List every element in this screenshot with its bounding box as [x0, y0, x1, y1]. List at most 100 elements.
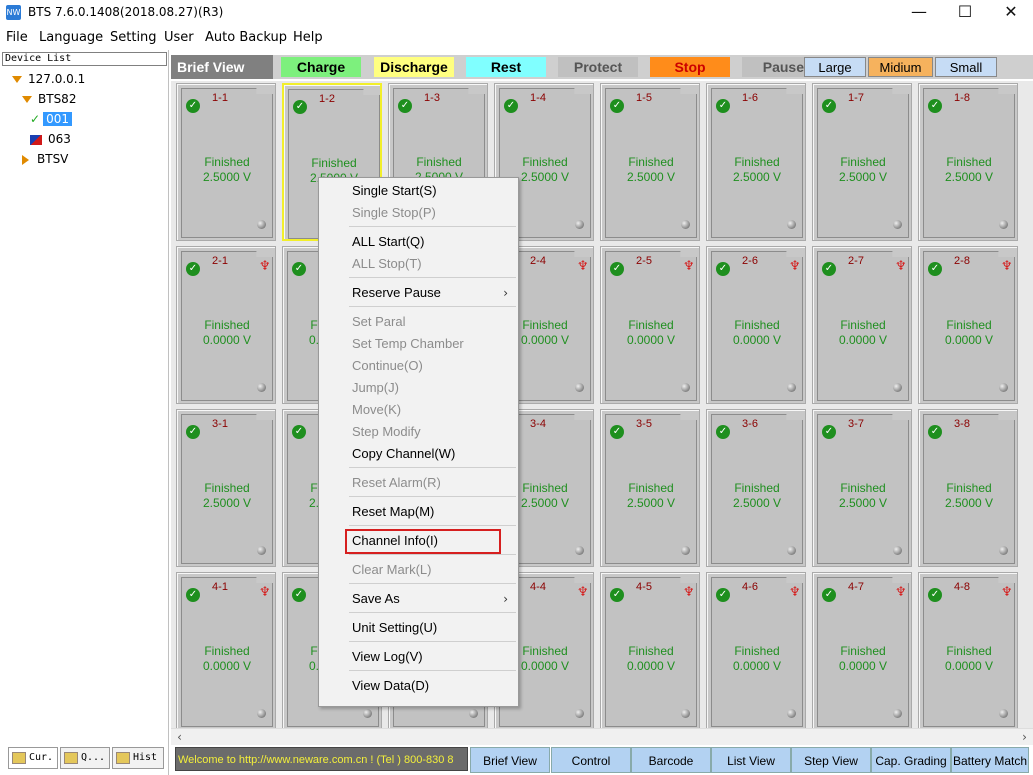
ctx-item-single-start[interactable]: Single Start(S) [319, 180, 518, 202]
size-midium-button[interactable]: Midium [868, 57, 933, 77]
channel-status: Finished [522, 155, 568, 169]
ctx-item-reset-alarm[interactable]: Reset Alarm(R) [319, 472, 518, 494]
lock-icon: ♆ [789, 259, 801, 274]
channel-tile[interactable]: 4-1 ✓ ♆ Finished 0.0000 V [176, 572, 276, 730]
channel-status: Finished [204, 481, 250, 495]
ctx-item-set-paral[interactable]: Set Paral [319, 311, 518, 333]
tab-battery-match[interactable]: Battery Match [951, 747, 1029, 773]
tab-barcode[interactable]: Barcode [631, 747, 711, 773]
channel-tile[interactable]: 1-7 ✓ Finished 2.5000 V [812, 83, 912, 241]
ctx-item-reserve-pause[interactable]: Reserve Pause › [319, 282, 518, 304]
ctx-item-continue[interactable]: Continue(O) [319, 355, 518, 377]
ctx-item-label: Set Paral [352, 314, 406, 329]
scroll-right-icon[interactable]: › [1016, 729, 1033, 746]
ctx-item-view-log[interactable]: View Log(V) [319, 646, 518, 668]
channel-tile[interactable]: 4-6 ✓ ♆ Finished 0.0000 V [706, 572, 806, 730]
channel-tile[interactable]: 1-1 ✓ Finished 2.5000 V [176, 83, 276, 241]
horizontal-scrollbar[interactable]: ‹ › [171, 728, 1033, 745]
tab-current[interactable]: Cur. [8, 747, 58, 769]
tree-node-001[interactable]: ✓ 001 [30, 110, 72, 128]
maximize-button[interactable]: ☐ [943, 0, 987, 26]
channel-tile[interactable]: 3-8 ✓ Finished 2.5000 V [918, 409, 1018, 567]
ctx-item-unit-setting[interactable]: Unit Setting(U) [319, 617, 518, 639]
lock-icon: ♆ [577, 585, 589, 600]
indicator-dot-icon [257, 709, 266, 718]
legend-bar: Brief View Charge Discharge Rest Protect… [171, 55, 1033, 79]
channel-tile[interactable]: 3-1 ✓ Finished 2.5000 V [176, 409, 276, 567]
channel-tile[interactable]: 4-7 ✓ ♆ Finished 0.0000 V [812, 572, 912, 730]
ctx-item-all-stop[interactable]: ALL Stop(T) [319, 253, 518, 275]
ctx-item-all-start[interactable]: ALL Start(Q) [319, 231, 518, 253]
tab-control[interactable]: Control [551, 747, 631, 773]
tab-history[interactable]: Hist [112, 747, 164, 769]
legend-charge: Charge [281, 57, 361, 77]
ctx-item-copy-channel[interactable]: Copy Channel(W) [319, 443, 518, 465]
menu-language[interactable]: Language [39, 30, 103, 45]
menu-auto-backup[interactable]: Auto Backup [205, 30, 287, 45]
menu-user[interactable]: User [164, 30, 194, 45]
menu-help[interactable]: Help [293, 30, 323, 45]
scroll-left-icon[interactable]: ‹ [171, 729, 188, 746]
tab-list-view[interactable]: List View [711, 747, 791, 773]
ctx-item-clear-mark[interactable]: Clear Mark(L) [319, 559, 518, 581]
tree-node-host[interactable]: 127.0.0.1 [12, 70, 85, 88]
tab-query[interactable]: Q... [60, 747, 110, 769]
channel-tile[interactable]: 2-5 ✓ ♆ Finished 0.0000 V [600, 246, 700, 404]
ctx-item-channel-info[interactable]: Channel Info(I) [319, 530, 518, 552]
ctx-item-jump[interactable]: Jump(J) [319, 377, 518, 399]
indicator-dot-icon [787, 546, 796, 555]
ctx-item-view-data[interactable]: View Data(D) [319, 675, 518, 697]
check-circle-icon: ✓ [186, 262, 200, 276]
channel-voltage: 2.5000 V [202, 496, 252, 510]
indicator-dot-icon [787, 220, 796, 229]
check-circle-icon: ✓ [186, 425, 200, 439]
ctx-item-set-temp-chamber[interactable]: Set Temp Chamber [319, 333, 518, 355]
tab-step-view[interactable]: Step View [791, 747, 871, 773]
menu-setting[interactable]: Setting [110, 30, 157, 45]
ctx-item-reset-map[interactable]: Reset Map(M) [319, 501, 518, 523]
check-circle-icon: ✓ [822, 425, 836, 439]
tab-brief-view[interactable]: Brief View [470, 747, 550, 773]
channel-tile[interactable]: 1-6 ✓ Finished 2.5000 V [706, 83, 806, 241]
channel-status: Finished [946, 644, 992, 658]
check-circle-icon: ✓ [398, 99, 412, 113]
ctx-item-move[interactable]: Move(K) [319, 399, 518, 421]
check-circle-icon: ✓ [928, 99, 942, 113]
menu-file[interactable]: File [6, 30, 28, 45]
channel-tile[interactable]: 2-1 ✓ ♆ Finished 0.0000 V [176, 246, 276, 404]
ctx-item-label: Save As [352, 591, 400, 606]
ctx-item-save-as[interactable]: Save As › [319, 588, 518, 610]
channel-tile[interactable]: 2-8 ✓ ♆ Finished 0.0000 V [918, 246, 1018, 404]
expanded-triangle-icon[interactable] [22, 96, 32, 103]
channel-tile[interactable]: 3-5 ✓ Finished 2.5000 V [600, 409, 700, 567]
bottom-bar: Welcome to http://www.neware.com.cn ! (T… [171, 747, 1033, 775]
size-large-button[interactable]: Large [804, 57, 866, 77]
channel-tile[interactable]: 1-5 ✓ Finished 2.5000 V [600, 83, 700, 241]
indicator-dot-icon [893, 709, 902, 718]
indicator-dot-icon [681, 709, 690, 718]
expanded-triangle-icon[interactable] [12, 76, 22, 83]
tree-node-063[interactable]: 063 [30, 130, 71, 148]
flag-icon [30, 134, 42, 145]
lock-icon: ♆ [577, 259, 589, 274]
ctx-item-single-stop[interactable]: Single Stop(P) [319, 202, 518, 224]
channel-tile[interactable]: 2-7 ✓ ♆ Finished 0.0000 V [812, 246, 912, 404]
channel-tile[interactable]: 4-8 ✓ ♆ Finished 0.0000 V [918, 572, 1018, 730]
minimize-button[interactable]: — [897, 0, 941, 26]
channel-tile[interactable]: 3-6 ✓ Finished 2.5000 V [706, 409, 806, 567]
channel-tile[interactable]: 2-6 ✓ ♆ Finished 0.0000 V [706, 246, 806, 404]
close-button[interactable]: ✕ [989, 0, 1033, 26]
channel-tile[interactable]: 3-7 ✓ Finished 2.5000 V [812, 409, 912, 567]
channel-tile[interactable]: 4-5 ✓ ♆ Finished 0.0000 V [600, 572, 700, 730]
lock-icon: ♆ [895, 259, 907, 274]
channel-tile[interactable]: 1-8 ✓ Finished 2.5000 V [918, 83, 1018, 241]
tab-cap-grading[interactable]: Cap. Grading [871, 747, 951, 773]
collapsed-triangle-icon[interactable] [22, 154, 29, 165]
tree-node-btsv[interactable]: BTSV [22, 150, 68, 168]
channel-voltage: 0.0000 V [202, 659, 252, 673]
tree-node-bts82[interactable]: BTS82 [22, 90, 76, 108]
size-small-button[interactable]: Small [935, 57, 997, 77]
check-circle-icon: ✓ [716, 425, 730, 439]
check-circle-icon: ✓ [822, 262, 836, 276]
ctx-item-step-modify[interactable]: Step Modify [319, 421, 518, 443]
